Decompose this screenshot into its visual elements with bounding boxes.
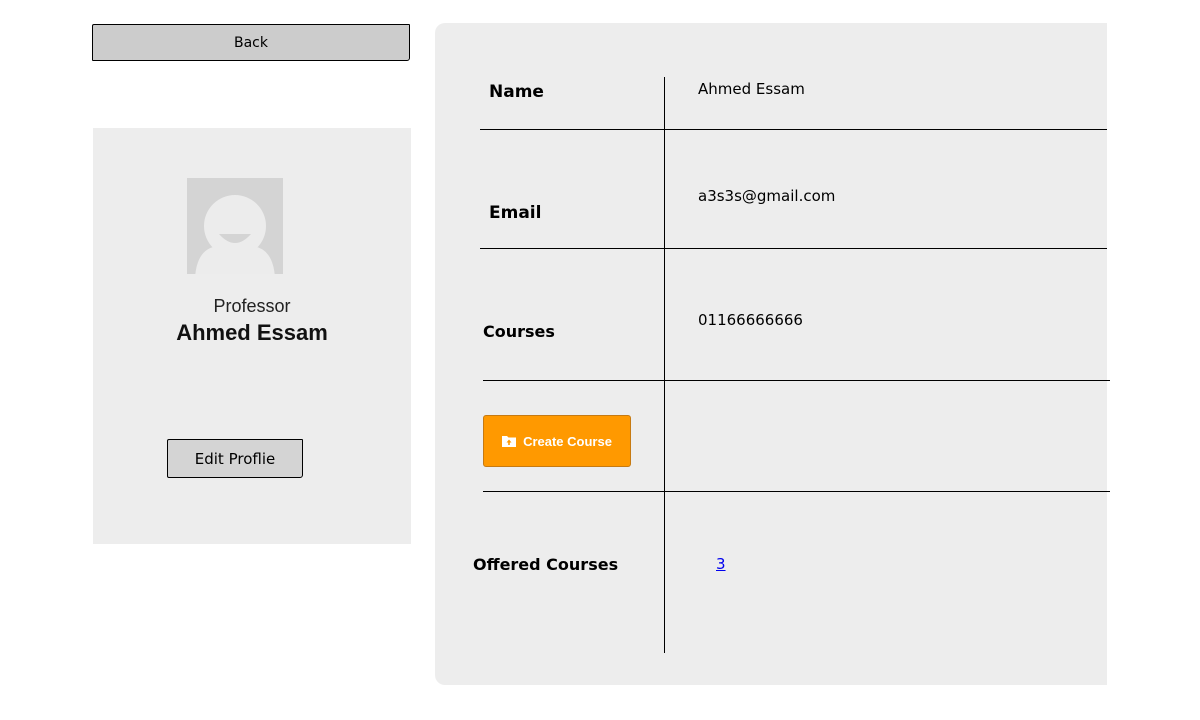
column-divider bbox=[664, 77, 665, 653]
folder-upload-icon bbox=[502, 435, 517, 447]
offered-courses-link[interactable]: 3 bbox=[716, 555, 726, 573]
back-button-label: Back bbox=[234, 34, 268, 51]
back-button[interactable]: Back bbox=[92, 24, 410, 61]
edit-profile-label: Edit Proflie bbox=[194, 449, 276, 468]
name-label: Name bbox=[489, 82, 544, 102]
user-avatar-icon bbox=[187, 178, 283, 274]
courses-value: 01166666666 bbox=[698, 311, 803, 329]
offered-courses-label: Offered Courses bbox=[473, 555, 619, 574]
name-value: Ahmed Essam bbox=[698, 80, 805, 98]
create-course-button[interactable]: Create Course bbox=[483, 415, 631, 467]
edit-profile-button[interactable]: Edit Proflie bbox=[167, 439, 303, 478]
row-divider bbox=[483, 380, 1110, 381]
profile-role: Professor bbox=[213, 296, 291, 316]
row-divider bbox=[480, 129, 1107, 130]
details-panel: Name Ahmed Essam Email a3s3s@gmail.com C… bbox=[435, 23, 1110, 685]
email-label: Email bbox=[489, 203, 542, 223]
create-course-label: Create Course bbox=[523, 433, 612, 449]
email-value: a3s3s@gmail.com bbox=[698, 187, 836, 205]
profile-name: Ahmed Essam bbox=[176, 320, 328, 345]
row-divider bbox=[480, 248, 1107, 249]
profile-card: Professor Ahmed Essam Edit Proflie bbox=[93, 128, 411, 544]
courses-label: Courses bbox=[483, 322, 555, 341]
row-divider bbox=[483, 491, 1110, 492]
